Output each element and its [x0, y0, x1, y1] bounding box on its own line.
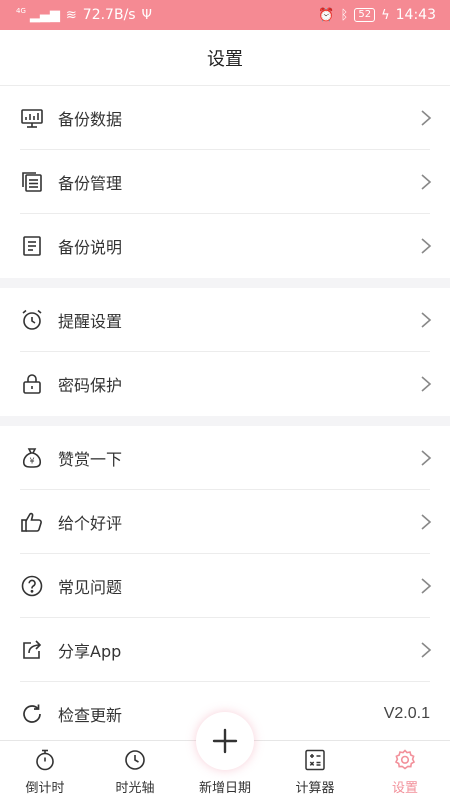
calculator-icon: [303, 748, 327, 772]
charging-icon: ϟ: [381, 7, 390, 23]
menu-item-label: 赞赏一下: [58, 450, 123, 469]
section-backup: 备份数据 备份管理 备份说明: [0, 86, 450, 278]
menu-item-label: 提醒设置: [58, 312, 123, 331]
chevron-right-icon: [420, 172, 432, 192]
network-label: 4G: [16, 7, 26, 16]
tab-label: 新增日期: [198, 781, 251, 796]
clock-time: 14:43: [395, 7, 436, 23]
clock-icon: [123, 748, 147, 772]
money-bag-icon: ¥: [20, 446, 44, 470]
menu-item-backup-guide[interactable]: 备份说明: [0, 214, 450, 278]
gear-icon: [393, 748, 417, 772]
menu-item-label: 备份管理: [58, 174, 123, 193]
chevron-right-icon: [420, 512, 432, 532]
chevron-right-icon: [420, 236, 432, 256]
menu-item-backup-manage[interactable]: 备份管理: [0, 150, 450, 214]
page-header: 设置: [0, 30, 450, 86]
menu-item-rate[interactable]: 给个好评: [0, 490, 450, 554]
refresh-icon: [20, 702, 44, 726]
lock-icon: [20, 372, 44, 396]
svg-text:¥: ¥: [29, 457, 34, 466]
wifi-icon: ≋: [65, 7, 77, 23]
chevron-right-icon: [420, 108, 432, 128]
bluetooth-icon: ᛒ: [340, 7, 349, 23]
menu-item-faq[interactable]: 常见问题: [0, 554, 450, 618]
chevron-right-icon: [420, 374, 432, 394]
menu-item-label: 备份说明: [58, 238, 123, 257]
menu-item-tip[interactable]: ¥ 赞赏一下: [0, 426, 450, 490]
tab-label: 时光轴: [115, 781, 155, 796]
copy-docs-icon: [20, 170, 44, 194]
menu-item-label: 备份数据: [58, 110, 123, 129]
menu-item-reminder-settings[interactable]: 提醒设置: [0, 288, 450, 352]
version-label: V2.0.1: [383, 705, 430, 722]
status-bar: 4G ▂▄▆ ≋ 72.7B/s Ψ ⏰ ᛒ 52 ϟ 14:43: [0, 0, 450, 30]
menu-item-label: 检查更新: [58, 706, 123, 725]
tab-label: 计算器: [295, 781, 335, 796]
page-title: 设置: [207, 48, 243, 70]
section-misc: ¥ 赞赏一下 给个好评 常见问题 分享App 检查更新 V2.0.1: [0, 426, 450, 740]
chevron-right-icon: [420, 448, 432, 468]
menu-item-label: 密码保护: [58, 376, 123, 395]
menu-item-share-app[interactable]: 分享App: [0, 618, 450, 682]
chevron-right-icon: [420, 310, 432, 330]
menu-item-label: 给个好评: [58, 514, 123, 533]
monitor-chart-icon: [20, 106, 44, 130]
tab-countdown[interactable]: 倒计时: [0, 741, 90, 800]
menu-item-backup-data[interactable]: 备份数据: [0, 86, 450, 150]
network-speed: 72.7B/s: [82, 7, 136, 23]
question-icon: [20, 574, 44, 598]
stopwatch-icon: [33, 748, 57, 772]
tab-label: 设置: [391, 781, 418, 796]
plus-icon: [210, 726, 240, 756]
tab-label: 倒计时: [25, 781, 65, 796]
tab-settings[interactable]: 设置: [360, 741, 450, 800]
document-icon: [20, 234, 44, 258]
alarm-clock-icon: [20, 308, 44, 332]
section-security: 提醒设置 密码保护: [0, 288, 450, 416]
menu-item-password-protect[interactable]: 密码保护: [0, 352, 450, 416]
signal-icon: ▂▄▆: [29, 7, 60, 23]
thumbs-up-icon: [20, 510, 44, 534]
menu-item-label: 常见问题: [58, 578, 123, 597]
battery-level: 52: [354, 8, 376, 22]
menu-item-label: 分享App: [58, 642, 122, 661]
tab-timeline[interactable]: 时光轴: [90, 741, 180, 800]
add-date-button[interactable]: [196, 712, 254, 770]
chevron-right-icon: [420, 576, 432, 596]
chevron-right-icon: [420, 640, 432, 660]
tab-calculator[interactable]: 计算器: [270, 741, 360, 800]
share-icon: [20, 638, 44, 662]
usb-icon: Ψ: [141, 7, 152, 23]
alarm-status-icon: ⏰: [318, 7, 335, 23]
